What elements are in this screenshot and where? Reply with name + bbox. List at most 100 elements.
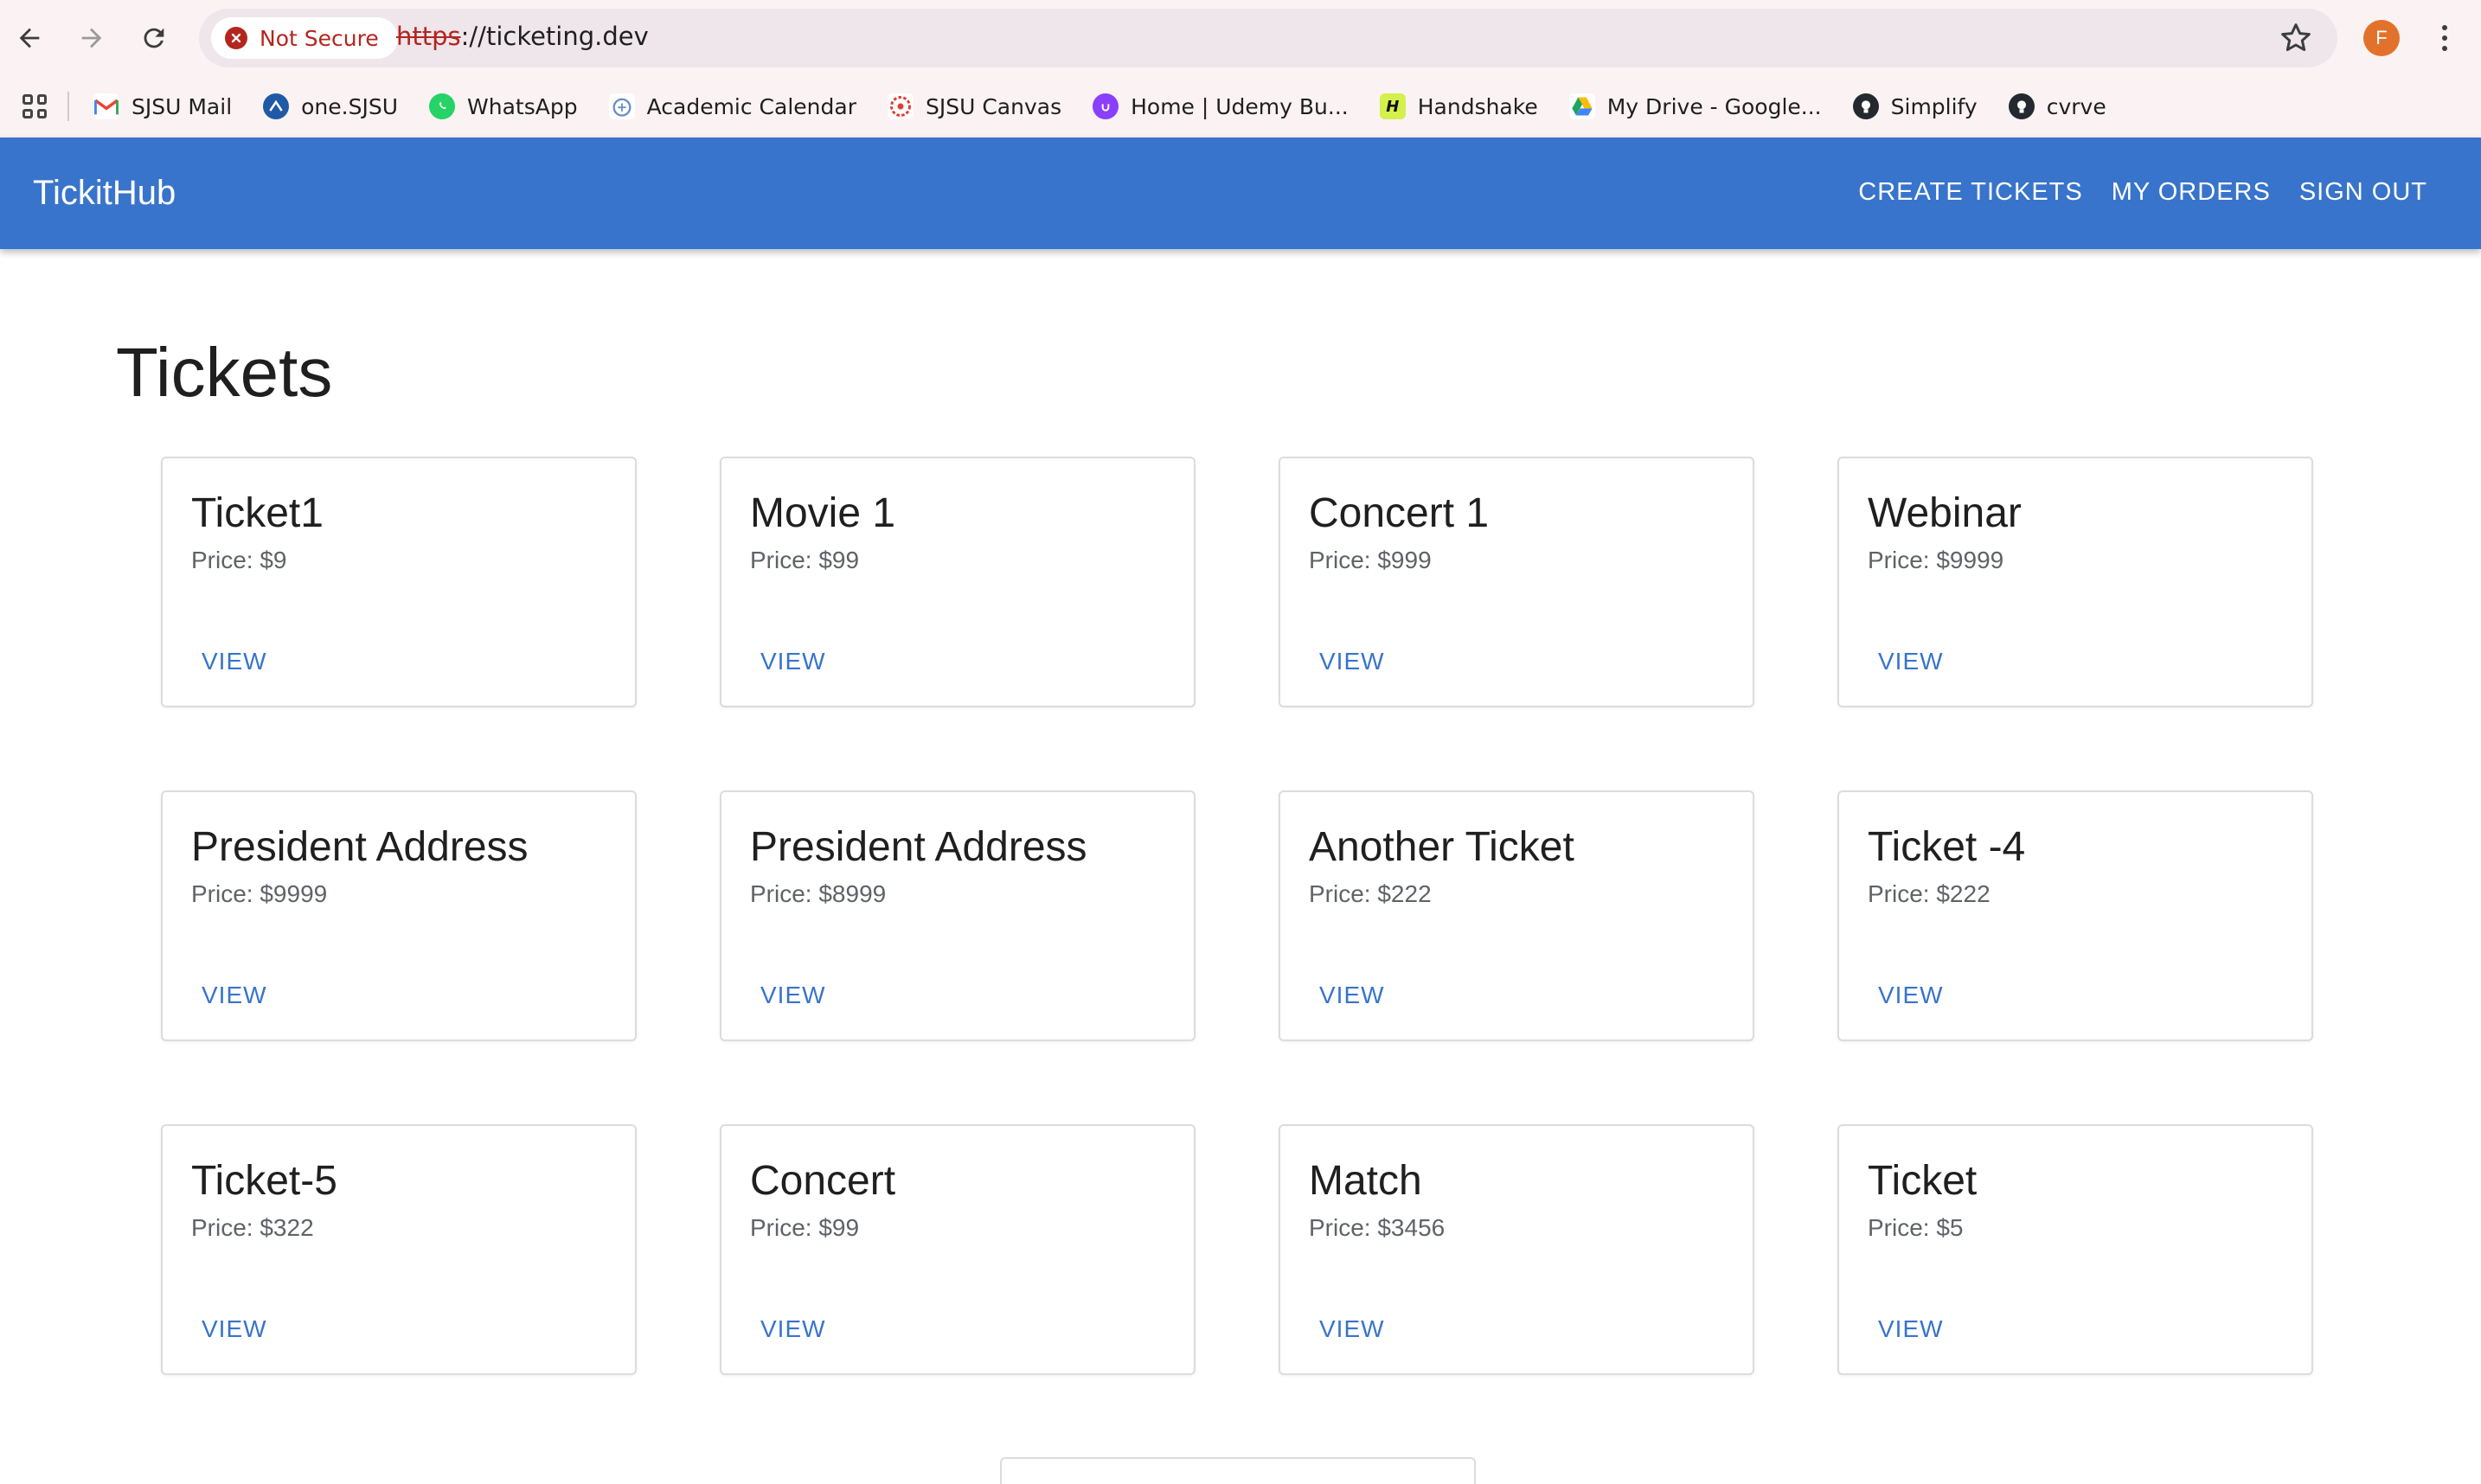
address-bar[interactable]: Not Secure https://ticketing.dev — [199, 9, 2337, 67]
bookmark-label: SJSU Mail — [131, 93, 233, 119]
one-sjsu-icon — [263, 93, 290, 119]
bookmark-label: one.SJSU — [301, 93, 399, 119]
ticket-price: Price: $3456 — [1309, 1214, 1446, 1241]
github-icon — [2008, 93, 2035, 119]
view-ticket-button[interactable]: VIEW — [750, 1308, 837, 1351]
ticket-title: Another Ticket — [1309, 824, 1574, 870]
ticket-grid: Ticket1 Price: $9 VIEW Movie 1 Price: $9… — [161, 457, 2315, 1375]
url-text[interactable]: https://ticketing.dev — [396, 22, 649, 51]
view-ticket-button[interactable]: VIEW — [1868, 1308, 1954, 1351]
ticket-price: Price: $5 — [1868, 1214, 1964, 1241]
browser-menu-icon[interactable] — [2431, 16, 2459, 61]
profile-avatar[interactable]: F — [2363, 20, 2400, 56]
bookmark-label: WhatsApp — [467, 93, 578, 119]
view-ticket-button[interactable]: VIEW — [750, 640, 837, 683]
ticket-card: Ticket-5 Price: $322 VIEW — [161, 1124, 637, 1375]
ticket-card: Webinar Price: $9999 VIEW — [1837, 457, 2313, 707]
ticket-price: Price: $9999 — [1868, 547, 2004, 573]
google-drive-icon — [1568, 93, 1595, 119]
page-title: Tickets — [116, 334, 333, 411]
ticket-card: President Address Price: $9999 VIEW — [161, 790, 637, 1041]
my-orders-link[interactable]: MY ORDERS — [2112, 178, 2271, 207]
bookmark-cvrve[interactable]: cvrve — [2008, 93, 2106, 119]
url-host: ://ticketing.dev — [460, 22, 649, 51]
ticket-title: Concert — [750, 1158, 896, 1204]
ticket-title: Concert 1 — [1309, 490, 1490, 536]
bookmark-label: SJSU Canvas — [925, 93, 1062, 119]
bookmark-udemy[interactable]: Home | Udemy Bu... — [1093, 93, 1349, 119]
bookmark-label: Simplify — [1890, 93, 1978, 119]
apps-grid-icon[interactable] — [17, 89, 52, 124]
ticket-price: Price: $99 — [750, 547, 860, 573]
not-secure-icon — [225, 27, 247, 49]
whatsapp-icon — [429, 93, 456, 119]
app-header: TickitHub CREATE TICKETS MY ORDERS SIGN … — [0, 138, 2481, 249]
bookmark-label: Home | Udemy Bu... — [1131, 93, 1349, 119]
view-ticket-button[interactable]: VIEW — [1309, 1308, 1395, 1351]
view-ticket-button[interactable]: VIEW — [191, 974, 278, 1017]
next-card-partial — [1000, 1457, 1476, 1484]
bookmark-one-sjsu[interactable]: one.SJSU — [263, 93, 398, 119]
ticket-title: Ticket — [1868, 1158, 1978, 1204]
ticket-price: Price: $8999 — [750, 880, 887, 907]
ticket-card: Movie 1 Price: $99 VIEW — [720, 457, 1196, 707]
ticket-title: President Address — [191, 824, 529, 870]
ticket-card: Match Price: $3456 VIEW — [1279, 1124, 1754, 1375]
bookmark-handshake[interactable]: H Handshake — [1379, 93, 1538, 119]
back-button[interactable] — [9, 17, 50, 59]
header-nav: CREATE TICKETS MY ORDERS SIGN OUT — [1858, 178, 2427, 207]
view-ticket-button[interactable]: VIEW — [1868, 640, 1954, 683]
reload-icon — [144, 28, 164, 48]
ticket-title: Match — [1309, 1158, 1422, 1204]
ticket-price: Price: $99 — [750, 1214, 860, 1241]
create-tickets-link[interactable]: CREATE TICKETS — [1858, 178, 2082, 207]
security-indicator[interactable]: Not Secure — [211, 17, 398, 59]
bookmark-whatsapp[interactable]: WhatsApp — [429, 93, 578, 119]
ticket-card: Ticket Price: $5 VIEW — [1837, 1124, 2313, 1375]
ticket-title: Ticket -4 — [1868, 824, 2026, 870]
view-ticket-button[interactable]: VIEW — [191, 1308, 278, 1351]
browser-toolbar: Not Secure https://ticketing.dev F — [0, 0, 2481, 75]
bookmark-simplify[interactable]: Simplify — [1852, 93, 1978, 119]
bookmark-sjsu-mail[interactable]: SJSU Mail — [93, 93, 232, 119]
udemy-icon — [1093, 93, 1119, 119]
view-ticket-button[interactable]: VIEW — [191, 640, 278, 683]
view-ticket-button[interactable]: VIEW — [1309, 640, 1395, 683]
ticket-price: Price: $9999 — [191, 880, 328, 907]
url-scheme: https — [396, 22, 461, 51]
ticket-title: Webinar — [1868, 490, 2022, 536]
bookmark-label: My Drive - Google... — [1606, 93, 1822, 119]
github-icon — [1852, 93, 1879, 119]
brand-logo[interactable]: TickitHub — [33, 174, 176, 213]
ticket-price: Price: $222 — [1868, 880, 1991, 907]
canvas-icon — [887, 93, 914, 119]
view-ticket-button[interactable]: VIEW — [1309, 974, 1395, 1017]
reload-button[interactable] — [133, 17, 175, 59]
ticket-title: Ticket-5 — [191, 1158, 337, 1204]
view-ticket-button[interactable]: VIEW — [750, 974, 837, 1017]
forward-arrow-icon — [81, 28, 102, 48]
bookmark-star-icon[interactable] — [2279, 21, 2313, 55]
view-ticket-button[interactable]: VIEW — [1868, 974, 1954, 1017]
security-label: Not Secure — [260, 25, 379, 51]
bookmarks-divider — [67, 92, 69, 121]
ticket-card: Concert Price: $99 VIEW — [720, 1124, 1196, 1375]
ticket-price: Price: $9 — [191, 547, 287, 573]
bookmark-sjsu-canvas[interactable]: SJSU Canvas — [887, 93, 1062, 119]
ticket-price: Price: $322 — [191, 1214, 314, 1241]
ticket-card: President Address Price: $8999 VIEW — [720, 790, 1196, 1041]
sign-out-link[interactable]: SIGN OUT — [2299, 178, 2427, 207]
handshake-icon: H — [1379, 93, 1406, 119]
back-arrow-icon — [19, 28, 40, 48]
ticket-price: Price: $999 — [1309, 547, 1432, 573]
ticket-title: Movie 1 — [750, 490, 896, 536]
ticket-card: Ticket1 Price: $9 VIEW — [161, 457, 637, 707]
calendar-icon — [608, 93, 635, 119]
ticket-card: Concert 1 Price: $999 VIEW — [1279, 457, 1754, 707]
bookmark-label: cvrve — [2046, 93, 2106, 119]
forward-button[interactable] — [71, 17, 112, 59]
bookmark-academic-calendar[interactable]: Academic Calendar — [608, 93, 856, 119]
ticket-title: Ticket1 — [191, 490, 324, 536]
bookmark-my-drive[interactable]: My Drive - Google... — [1568, 93, 1822, 119]
bookmark-label: Handshake — [1417, 93, 1538, 119]
